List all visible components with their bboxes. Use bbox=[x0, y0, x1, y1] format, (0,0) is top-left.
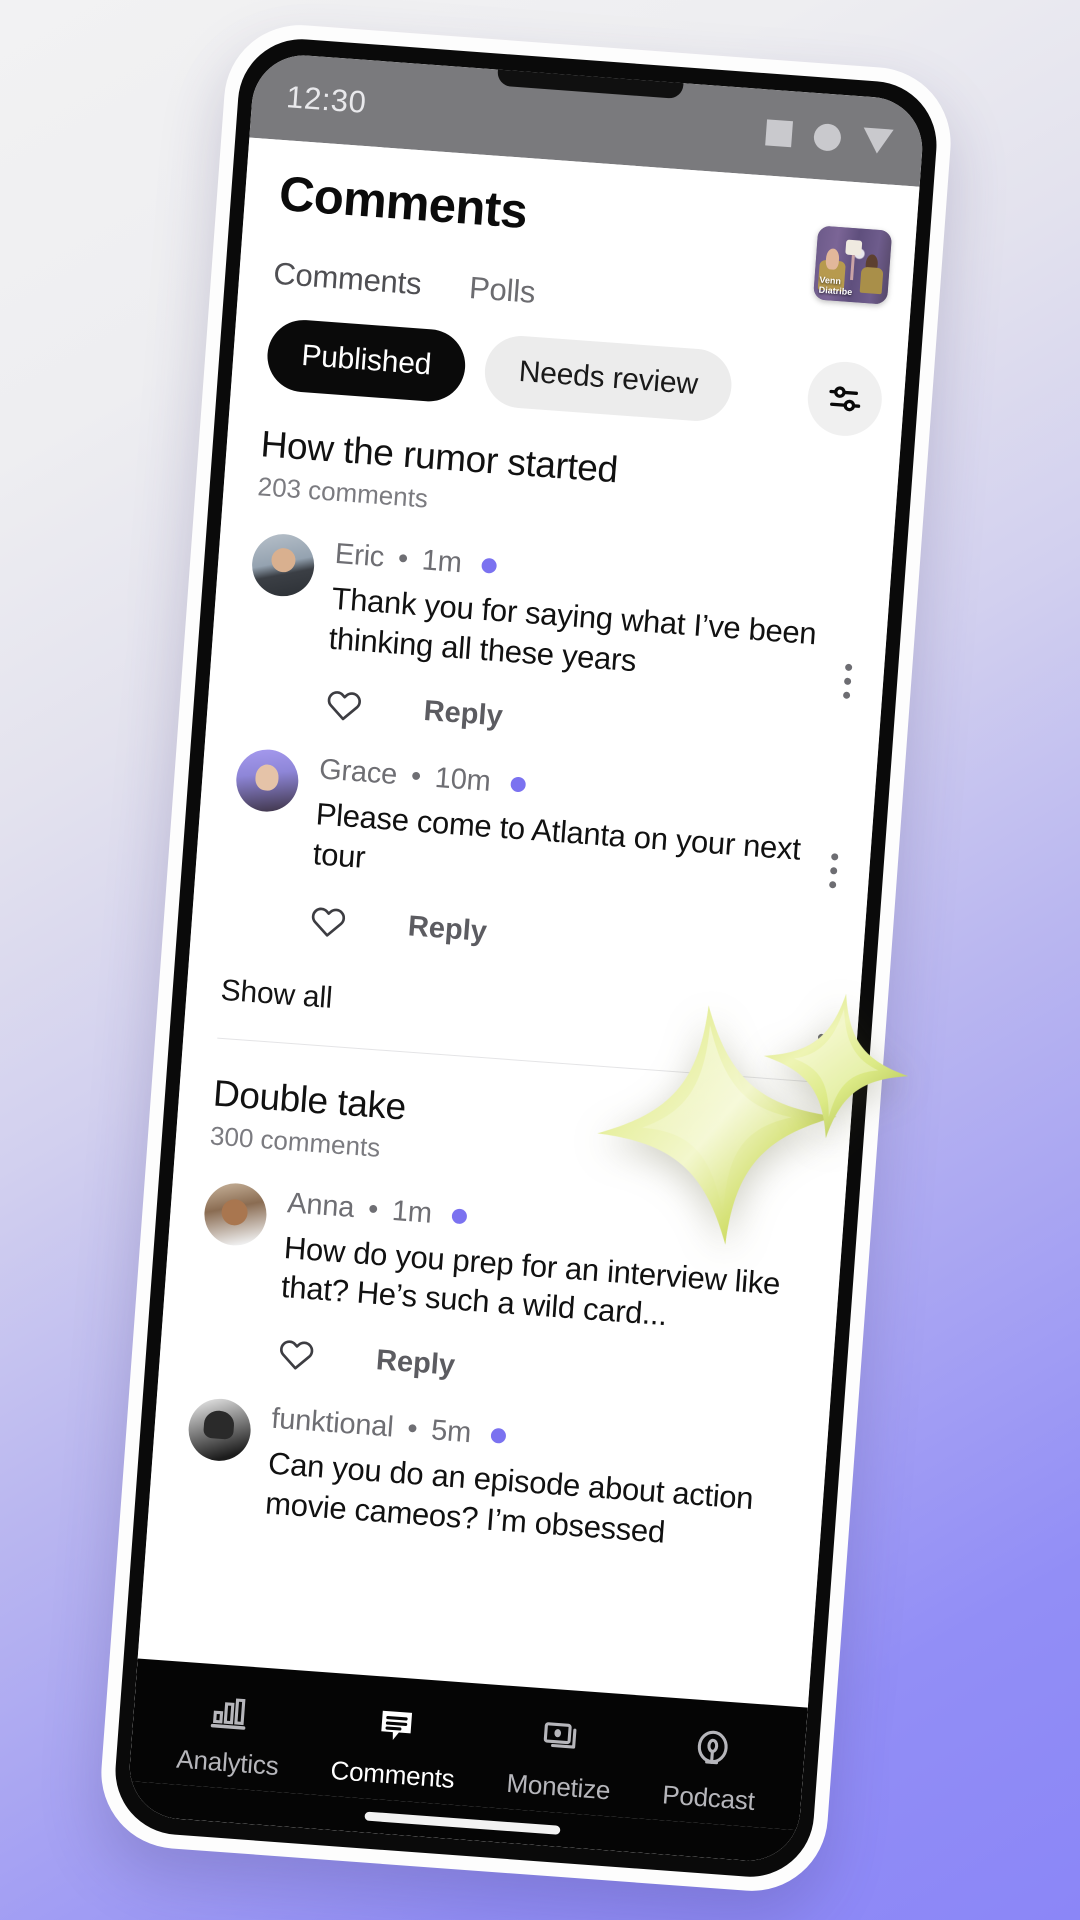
status-bar-icons bbox=[765, 119, 894, 155]
comment-author: funktional bbox=[270, 1402, 395, 1444]
comments-feed[interactable]: How the rumor started 203 comments Eric … bbox=[138, 387, 902, 1708]
nav-label: Monetize bbox=[505, 1767, 612, 1806]
nav-label: Podcast bbox=[661, 1779, 756, 1816]
meta-separator: • bbox=[409, 760, 423, 794]
microphone-icon bbox=[697, 1730, 728, 1765]
heart-icon[interactable] bbox=[307, 900, 350, 943]
status-bar-time: 12:30 bbox=[285, 79, 368, 120]
podcast-cover-art[interactable]: Venn Diatribe bbox=[813, 225, 893, 305]
comment-time: 1m bbox=[390, 1194, 433, 1230]
comment-body: Eric • 1m Thank you for saying what I’ve… bbox=[323, 538, 857, 762]
filter-settings-button[interactable] bbox=[805, 359, 885, 439]
comment-body: Anna • 1m How do you prep for an intervi… bbox=[275, 1187, 809, 1411]
phone-mockup-stage: 12:30 Comments Venn Diatribe Comments Po… bbox=[0, 0, 1080, 1920]
comment-time: 1m bbox=[420, 544, 463, 580]
comment-group-how-the-rumor-started: How the rumor started 203 comments Eric … bbox=[217, 389, 867, 1083]
nav-label: Comments bbox=[329, 1754, 456, 1794]
heart-icon[interactable] bbox=[275, 1333, 318, 1376]
lamp-shade-shape bbox=[845, 239, 863, 256]
cover-art-label: Venn Diatribe bbox=[818, 275, 853, 297]
meta-separator: • bbox=[406, 1412, 419, 1446]
avatar-anna[interactable] bbox=[202, 1180, 269, 1248]
unread-dot bbox=[509, 776, 526, 793]
triangle-down-icon bbox=[861, 127, 894, 155]
app-content: Comments Venn Diatribe Comments Polls Pu… bbox=[126, 137, 920, 1865]
meta-separator: • bbox=[396, 542, 410, 576]
reply-button[interactable]: Reply bbox=[375, 1344, 456, 1383]
reply-button[interactable]: Reply bbox=[423, 695, 504, 734]
meta-separator: • bbox=[366, 1192, 380, 1226]
unread-dot bbox=[490, 1427, 507, 1444]
heart-icon[interactable] bbox=[323, 684, 366, 727]
comment-item[interactable]: Anna • 1m How do you prep for an intervi… bbox=[193, 1151, 811, 1411]
kebab-menu-icon[interactable] bbox=[815, 1033, 826, 1069]
comment-author: Eric bbox=[333, 537, 386, 574]
home-indicator-bar[interactable] bbox=[364, 1811, 561, 1835]
comment-body: funktional • 5m Can you do an episode ab… bbox=[264, 1403, 793, 1561]
comment-body: Grace • 10m Please come to Atlanta on yo… bbox=[307, 754, 841, 978]
comment-item[interactable]: Eric • 1m Thank you for saying what I’ve… bbox=[241, 502, 859, 762]
square-icon bbox=[765, 119, 793, 148]
phone-screen: 12:30 Comments Venn Diatribe Comments Po… bbox=[126, 51, 926, 1865]
phone-bezel: 12:30 Comments Venn Diatribe Comments Po… bbox=[111, 34, 941, 1882]
comment-time: 10m bbox=[433, 762, 492, 799]
circle-icon bbox=[812, 122, 842, 152]
comment-group-double-take: Double take 300 comments Anna • 1m How d… bbox=[182, 1038, 820, 1561]
nav-item-analytics[interactable]: Analytics bbox=[175, 1688, 283, 1782]
person-right-shape bbox=[865, 254, 879, 275]
monitor-stack-icon bbox=[543, 1722, 577, 1749]
lamp-pole-shape bbox=[850, 254, 855, 280]
person-left-shape bbox=[825, 248, 840, 270]
comment-time: 5m bbox=[430, 1414, 473, 1450]
avatar-grace[interactable] bbox=[234, 747, 301, 815]
comment-author: Anna bbox=[286, 1186, 356, 1224]
nav-item-monetize[interactable]: Monetize bbox=[505, 1712, 615, 1806]
avatar-eric[interactable] bbox=[249, 531, 317, 599]
comment-bubble-icon bbox=[381, 1710, 412, 1740]
nav-item-comments[interactable]: Comments bbox=[330, 1699, 460, 1795]
kebab-menu-icon[interactable] bbox=[828, 853, 839, 889]
unread-dot bbox=[481, 557, 498, 574]
comment-item[interactable]: Grace • 10m Please come to Atlanta on yo… bbox=[225, 718, 843, 978]
reply-button[interactable]: Reply bbox=[407, 911, 488, 950]
comment-author: Grace bbox=[318, 753, 399, 792]
bar-chart-icon bbox=[211, 1698, 246, 1730]
phone-device: 12:30 Comments Venn Diatribe Comments Po… bbox=[96, 19, 956, 1897]
nav-label: Analytics bbox=[175, 1743, 280, 1782]
phone-notch bbox=[496, 63, 684, 100]
unread-dot bbox=[451, 1207, 468, 1225]
nav-item-podcast[interactable]: Podcast bbox=[661, 1723, 760, 1817]
avatar-funktional[interactable] bbox=[186, 1396, 253, 1464]
tab-polls[interactable]: Polls bbox=[468, 270, 537, 311]
sliders-icon bbox=[829, 386, 861, 412]
kebab-menu-icon[interactable] bbox=[842, 663, 853, 700]
